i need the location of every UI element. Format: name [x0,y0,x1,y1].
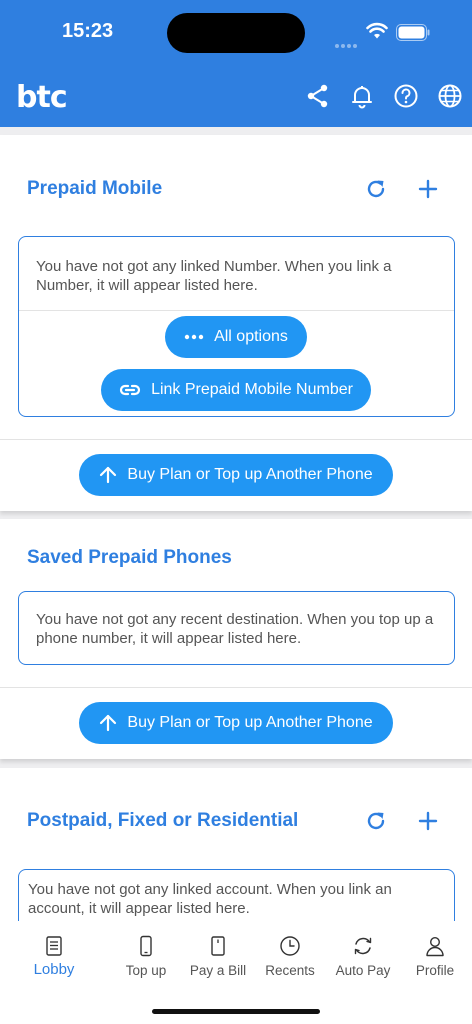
dynamic-island [167,13,305,53]
prepaid-mobile-card: Prepaid Mobile You have not got any link… [0,135,472,511]
postpaid-card: Postpaid, Fixed or Residential You have … [0,768,472,949]
wifi-icon [366,22,388,39]
prepaid-empty-box: You have not got any linked Number. When… [18,236,455,417]
saved-prepaid-card: Saved Prepaid Phones You have not got an… [0,519,472,759]
refresh-icon[interactable] [364,809,388,833]
postpaid-title: Postpaid, Fixed or Residential [27,810,299,831]
saved-empty-text: You have not got any recent destination.… [36,611,434,647]
prepaid-empty-text: You have not got any linked Number. When… [36,258,392,294]
app-screen: 15:23 btc Prepaid Mobile You have not go… [0,0,472,1024]
card-divider [0,439,472,440]
share-icon[interactable] [305,83,331,109]
buy-plan-button-2[interactable]: Buy Plan or Top up Another Phone [79,702,393,744]
postpaid-empty-text: You have not got any linked account. Whe… [28,881,392,917]
box-divider [19,310,454,311]
tab-label: Auto Pay [335,963,391,978]
bell-icon[interactable] [349,83,375,109]
add-icon[interactable] [416,177,440,201]
link-prepaid-label: Link Prepaid Mobile Number [151,381,353,398]
tab-top-up[interactable]: Top up [114,921,178,991]
phone-icon [140,935,152,957]
person-icon [426,936,444,957]
all-options-button[interactable]: All options [165,316,307,358]
tab-pay-a-bill[interactable]: Pay a Bill [183,921,253,991]
tab-recents[interactable]: Recents [258,921,322,991]
sync-icon [354,937,372,955]
arrow-up-icon [99,466,117,484]
link-prepaid-number-button[interactable]: Link Prepaid Mobile Number [101,369,371,411]
header: 15:23 btc [0,0,472,127]
tab-label: Recents [265,963,315,978]
tab-auto-pay[interactable]: Auto Pay [328,921,398,991]
help-icon[interactable] [393,83,419,109]
saved-prepaid-title: Saved Prepaid Phones [27,547,232,568]
prepaid-mobile-title: Prepaid Mobile [27,178,163,199]
globe-icon[interactable] [437,83,463,109]
saved-empty-box: You have not got any recent destination.… [18,591,455,665]
document-icon [46,936,62,956]
signal-dots-icon [335,35,359,48]
tab-label: Pay a Bill [189,963,247,978]
buy-plan-label: Buy Plan or Top up Another Phone [127,466,373,483]
tab-label: Top up [125,963,167,978]
card-divider [0,687,472,688]
link-icon [119,384,141,396]
home-indicator [152,1009,320,1014]
tab-label: Profile [415,963,455,978]
status-time: 15:23 [62,20,114,42]
all-options-label: All options [214,328,288,345]
app-bar: btc [0,78,472,118]
more-dots-icon [184,334,204,340]
btc-logo: btc [16,80,68,115]
clock-icon [280,936,300,956]
refresh-icon[interactable] [364,177,388,201]
tab-profile[interactable]: Profile [405,921,465,991]
battery-icon [396,24,430,41]
buy-plan-button[interactable]: Buy Plan or Top up Another Phone [79,454,393,496]
bill-icon [211,936,225,956]
buy-plan-label: Buy Plan or Top up Another Phone [127,714,373,731]
tab-label: Lobby [33,961,75,978]
status-bar: 15:23 [0,0,472,60]
arrow-up-icon [99,714,117,732]
add-icon[interactable] [416,809,440,833]
tab-lobby[interactable]: Lobby [20,921,88,991]
